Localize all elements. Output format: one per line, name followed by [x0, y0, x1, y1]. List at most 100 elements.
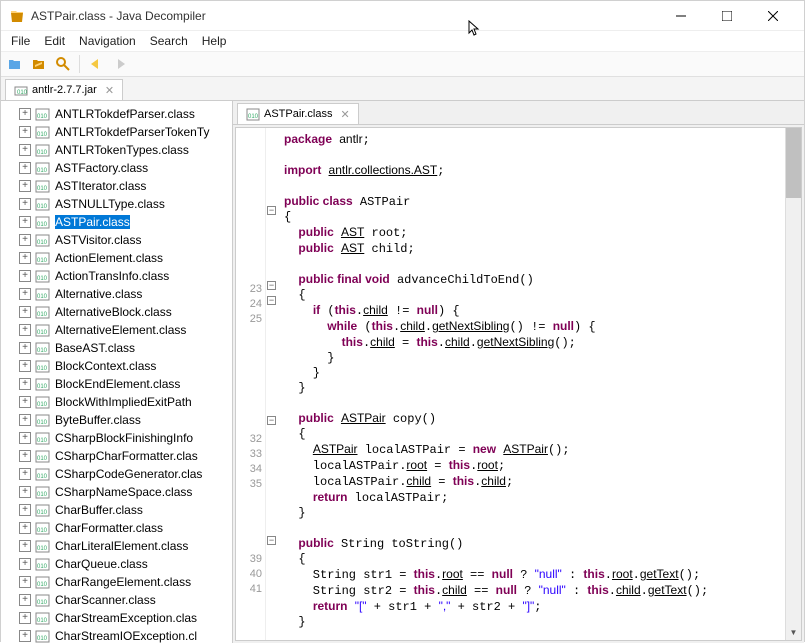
menu-search[interactable]: Search: [144, 32, 194, 50]
expander-icon[interactable]: +: [19, 432, 31, 444]
expander-icon[interactable]: +: [19, 144, 31, 156]
expander-icon[interactable]: +: [19, 360, 31, 372]
tree-item[interactable]: +010ActionElement.class: [3, 249, 230, 267]
tree-item[interactable]: +010CharLiteralElement.class: [3, 537, 230, 555]
nav-back-button[interactable]: [86, 54, 106, 74]
expander-icon[interactable]: +: [19, 108, 31, 120]
search-button[interactable]: [53, 54, 73, 74]
fold-toggle[interactable]: −: [267, 296, 276, 305]
tree-item[interactable]: +010BlockWithImpliedExitPath: [3, 393, 230, 411]
scroll-thumb[interactable]: [786, 128, 801, 198]
expander-icon[interactable]: +: [19, 252, 31, 264]
expander-icon[interactable]: +: [19, 468, 31, 480]
expander-icon[interactable]: +: [19, 342, 31, 354]
jar-tab[interactable]: 010 antlr-2.7.7.jar ✕: [5, 79, 123, 100]
tree-item[interactable]: +010BaseAST.class: [3, 339, 230, 357]
svg-text:010: 010: [37, 186, 48, 192]
tree-item[interactable]: +010CharRangeElement.class: [3, 573, 230, 591]
minimize-button[interactable]: [658, 1, 704, 31]
tree-item[interactable]: +010CharBuffer.class: [3, 501, 230, 519]
tree-item[interactable]: +010BlockContext.class: [3, 357, 230, 375]
fold-toggle[interactable]: −: [267, 416, 276, 425]
expander-icon[interactable]: +: [19, 612, 31, 624]
menu-navigation[interactable]: Navigation: [73, 32, 142, 50]
class-file-icon: 010: [35, 413, 51, 427]
code-text[interactable]: package antlr; import antlr.collections.…: [278, 128, 785, 640]
tree-item[interactable]: +010CSharpBlockFinishingInfo: [3, 429, 230, 447]
close-icon[interactable]: ✕: [340, 108, 349, 121]
class-file-icon: 010: [35, 395, 51, 409]
tree-item[interactable]: +010CharStreamException.clas: [3, 609, 230, 627]
tree-item-label: CSharpCodeGenerator.clas: [55, 467, 202, 481]
expander-icon[interactable]: +: [19, 378, 31, 390]
expander-icon[interactable]: +: [19, 576, 31, 588]
fold-toggle[interactable]: −: [267, 206, 276, 215]
expander-icon[interactable]: +: [19, 396, 31, 408]
expander-icon[interactable]: +: [19, 306, 31, 318]
tree-item[interactable]: +010ASTFactory.class: [3, 159, 230, 177]
expander-icon[interactable]: +: [19, 234, 31, 246]
close-icon[interactable]: ✕: [105, 84, 114, 97]
expander-icon[interactable]: +: [19, 594, 31, 606]
scroll-down-icon[interactable]: ▼: [786, 624, 801, 640]
fold-toggle[interactable]: −: [267, 536, 276, 545]
expander-icon[interactable]: +: [19, 540, 31, 552]
tree-panel[interactable]: +010ANTLRTokdefParser.class+010ANTLRTokd…: [1, 101, 233, 643]
tree-item[interactable]: +010CharScanner.class: [3, 591, 230, 609]
open-file-button[interactable]: [5, 54, 25, 74]
tree-item[interactable]: +010ASTNULLType.class: [3, 195, 230, 213]
tree-item-label: CharStreamIOException.cl: [55, 629, 197, 643]
expander-icon[interactable]: +: [19, 558, 31, 570]
vertical-scrollbar[interactable]: ▲ ▼: [785, 128, 801, 640]
tree-item[interactable]: +010ByteBuffer.class: [3, 411, 230, 429]
expander-icon[interactable]: +: [19, 198, 31, 210]
expander-icon[interactable]: +: [19, 486, 31, 498]
tree-item[interactable]: +010ASTVisitor.class: [3, 231, 230, 249]
expander-icon[interactable]: +: [19, 288, 31, 300]
expander-icon[interactable]: +: [19, 216, 31, 228]
svg-text:010: 010: [37, 474, 48, 480]
menu-help[interactable]: Help: [196, 32, 233, 50]
expander-icon[interactable]: +: [19, 324, 31, 336]
tree-item[interactable]: +010CSharpCharFormatter.clas: [3, 447, 230, 465]
tree-item[interactable]: +010ANTLRTokdefParser.class: [3, 105, 230, 123]
tree-item[interactable]: +010CSharpNameSpace.class: [3, 483, 230, 501]
tree-item[interactable]: +010Alternative.class: [3, 285, 230, 303]
menu-file[interactable]: File: [5, 32, 36, 50]
svg-text:010: 010: [37, 438, 48, 444]
tree-item-label: Alternative.class: [55, 287, 142, 301]
svg-text:010: 010: [17, 90, 28, 96]
tree-item[interactable]: +010AlternativeBlock.class: [3, 303, 230, 321]
expander-icon[interactable]: +: [19, 414, 31, 426]
tree-item[interactable]: +010AlternativeElement.class: [3, 321, 230, 339]
nav-forward-button[interactable]: [110, 54, 130, 74]
tree-item[interactable]: +010ANTLRTokdefParserTokenTy: [3, 123, 230, 141]
save-button[interactable]: [29, 54, 49, 74]
expander-icon[interactable]: +: [19, 162, 31, 174]
expander-icon[interactable]: +: [19, 450, 31, 462]
expander-icon[interactable]: +: [19, 504, 31, 516]
class-file-icon: 010: [35, 611, 51, 625]
maximize-button[interactable]: [704, 1, 750, 31]
tree-item[interactable]: +010ASTIterator.class: [3, 177, 230, 195]
expander-icon[interactable]: +: [19, 630, 31, 642]
tree-item[interactable]: +010ActionTransInfo.class: [3, 267, 230, 285]
fold-toggle[interactable]: −: [267, 281, 276, 290]
tree-item[interactable]: +010ANTLRTokenTypes.class: [3, 141, 230, 159]
close-button[interactable]: [750, 1, 796, 31]
class-file-icon: 010: [35, 521, 51, 535]
tree-item[interactable]: +010 CSharpCodeGenerator.clas: [3, 465, 230, 483]
tree-item[interactable]: +010CharStreamIOException.cl: [3, 627, 230, 643]
expander-icon[interactable]: +: [19, 180, 31, 192]
menu-edit[interactable]: Edit: [38, 32, 71, 50]
tree-item[interactable]: +010CharFormatter.class: [3, 519, 230, 537]
class-file-icon: 010: [35, 305, 51, 319]
expander-icon[interactable]: +: [19, 126, 31, 138]
expander-icon[interactable]: +: [19, 270, 31, 282]
editor-tab[interactable]: 010 ASTPair.class ✕: [237, 103, 359, 124]
class-file-icon: 010: [35, 431, 51, 445]
tree-item[interactable]: +010BlockEndElement.class: [3, 375, 230, 393]
expander-icon[interactable]: +: [19, 522, 31, 534]
tree-item[interactable]: +010ASTPair.class: [3, 213, 230, 231]
tree-item[interactable]: +010CharQueue.class: [3, 555, 230, 573]
